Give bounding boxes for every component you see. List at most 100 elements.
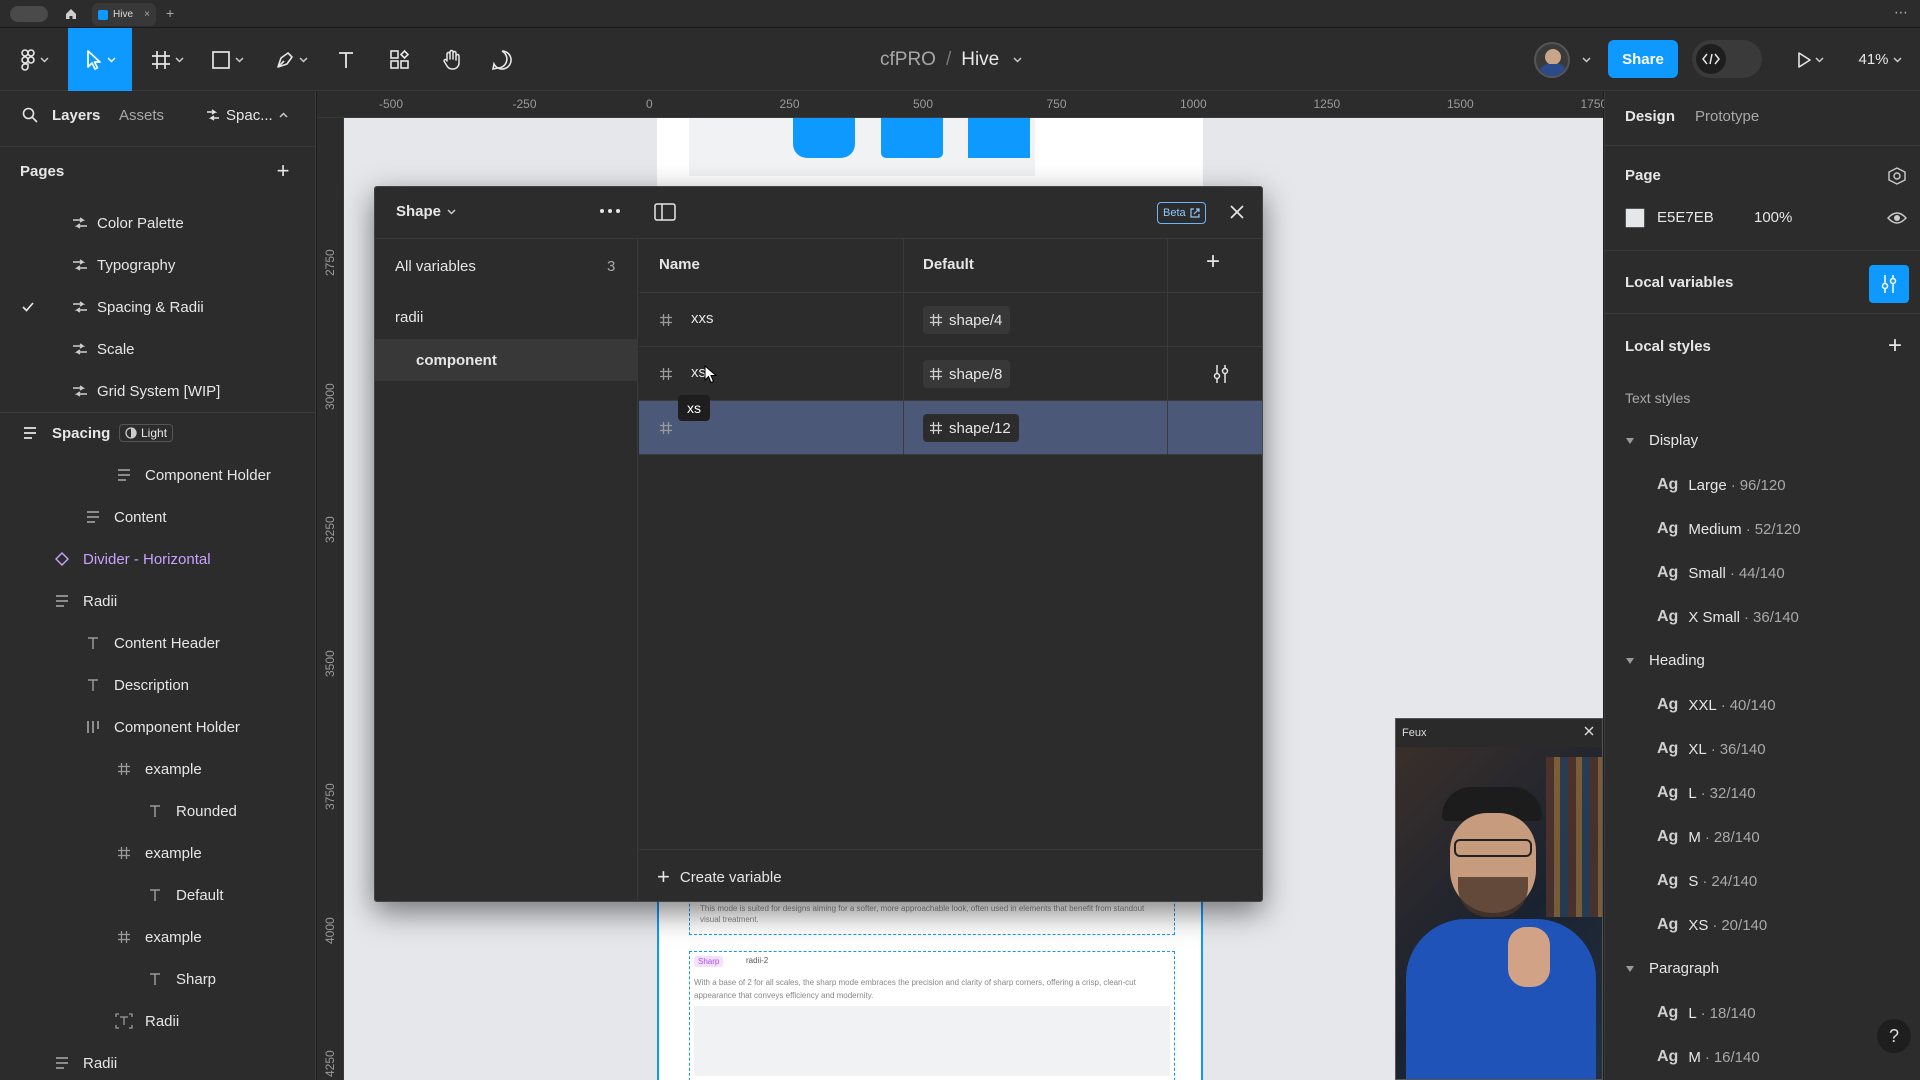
present-button[interactable] xyxy=(1790,28,1830,91)
main-menu-button[interactable] xyxy=(14,28,54,91)
example-sharp[interactable] xyxy=(968,118,1030,158)
layer-row[interactable]: Radii xyxy=(0,581,315,621)
layer-row[interactable]: Component Holder xyxy=(0,707,315,747)
alias-chip[interactable]: shape/12 xyxy=(923,414,1019,442)
tab-design[interactable]: Design xyxy=(1625,108,1675,125)
hand-tool-button[interactable] xyxy=(438,28,466,91)
share-button[interactable]: Share xyxy=(1608,40,1678,78)
tab-close-icon[interactable]: × xyxy=(144,9,150,20)
create-variable-button[interactable]: + Create variable xyxy=(657,866,782,888)
page-color-value[interactable]: E5E7EB xyxy=(1657,209,1714,226)
layer-row[interactable]: Default xyxy=(0,875,315,915)
page-item[interactable]: Spacing & Radii xyxy=(0,287,315,327)
text-style-item[interactable]: Ag XXL · 40/140 xyxy=(1657,690,1776,720)
video-overlay[interactable]: Feux xyxy=(1395,718,1603,1080)
layer-row[interactable]: Rounded xyxy=(0,791,315,831)
move-tool-button[interactable] xyxy=(68,28,132,91)
open-variables-button[interactable] xyxy=(1869,265,1909,303)
frame-tool-button[interactable] xyxy=(144,28,190,91)
beta-badge[interactable]: Beta xyxy=(1157,202,1206,224)
edit-variable-icon[interactable] xyxy=(1212,364,1230,384)
group-radii[interactable]: radii xyxy=(375,295,637,339)
hide-ui-icon[interactable] xyxy=(1887,167,1907,185)
style-group-header[interactable]: Paragraph xyxy=(1625,960,1719,977)
comment-tool-button[interactable] xyxy=(488,28,516,91)
layer-row[interactable]: Content Header xyxy=(0,623,315,663)
layer-row[interactable]: Sharp xyxy=(0,959,315,999)
layer-row[interactable]: Radii xyxy=(0,1043,315,1080)
text-style-item[interactable]: Ag XS · 20/140 xyxy=(1657,910,1767,940)
style-group-header[interactable]: Display xyxy=(1625,432,1698,449)
alias-chip[interactable]: shape/4 xyxy=(923,306,1011,334)
local-variables-label[interactable]: Local variables xyxy=(1625,274,1733,291)
help-button[interactable]: ? xyxy=(1877,1019,1911,1053)
frame-row-spacing[interactable]: Spacing Light xyxy=(0,413,315,453)
alias-chip[interactable]: shape/8 xyxy=(923,360,1011,388)
eye-icon[interactable] xyxy=(1887,211,1907,225)
layer-row[interactable]: example xyxy=(0,833,315,873)
add-page-icon[interactable]: + xyxy=(273,158,293,183)
document-title[interactable]: cfPRO / Hive xyxy=(880,28,1022,91)
all-variables-item[interactable]: All variables 3 xyxy=(375,241,637,291)
text-style-item[interactable]: Ag Medium · 52/120 xyxy=(1657,514,1801,544)
variable-row[interactable]: xxs shape/4 xyxy=(639,293,1262,347)
toggle-sidebar-icon[interactable] xyxy=(654,202,676,222)
layer-row[interactable]: Content xyxy=(0,497,315,537)
file-name[interactable]: Hive xyxy=(961,49,999,71)
video-close-icon[interactable] xyxy=(1583,725,1595,737)
page-item[interactable]: Grid System [WIP] xyxy=(0,371,315,411)
soft-description-box[interactable]: This mode is suited for designs aiming f… xyxy=(689,899,1175,935)
text-style-item[interactable]: Ag X Small · 36/140 xyxy=(1657,602,1799,632)
text-style-item[interactable]: Ag M · 28/140 xyxy=(1657,822,1760,852)
layer-row[interactable]: Component Holder xyxy=(0,455,315,495)
text-style-item[interactable]: Ag L · 32/140 xyxy=(1657,778,1756,808)
resources-tool-button[interactable] xyxy=(386,28,414,91)
layer-row[interactable]: Divider - Horizontal xyxy=(0,539,315,579)
new-tab-button[interactable]: + xyxy=(166,5,174,21)
collection-selector[interactable]: Shape xyxy=(396,203,456,220)
project-name[interactable]: cfPRO xyxy=(880,49,936,71)
tab-assets[interactable]: Assets xyxy=(119,107,164,124)
text-tool-button[interactable] xyxy=(332,28,360,91)
layer-row[interactable]: Description xyxy=(0,665,315,705)
text-style-item[interactable]: Ag M · 16/140 xyxy=(1657,1042,1760,1072)
page-item[interactable]: Scale xyxy=(0,329,315,369)
page-opacity-value[interactable]: 100% xyxy=(1754,209,1792,226)
group-component[interactable]: component xyxy=(375,339,637,381)
layer-row[interactable]: example xyxy=(0,917,315,957)
page-item[interactable]: Color Palette xyxy=(0,203,315,243)
page-item[interactable]: Typography xyxy=(0,245,315,285)
browser-tab-hive[interactable]: Hive × xyxy=(92,3,156,26)
text-style-item[interactable]: Ag Small · 44/140 xyxy=(1657,558,1785,588)
tab-layers[interactable]: Layers xyxy=(52,107,100,124)
mode-badge[interactable]: Light xyxy=(119,424,174,442)
layer-row[interactable]: example xyxy=(0,749,315,789)
page-selector[interactable]: Spac... xyxy=(206,107,288,124)
search-icon[interactable] xyxy=(20,105,40,125)
add-mode-icon[interactable]: + xyxy=(1206,250,1220,274)
text-style-item[interactable]: Ag S · 24/140 xyxy=(1657,866,1757,896)
more-icon[interactable]: ⋯ xyxy=(1894,4,1908,21)
dev-mode-toggle[interactable] xyxy=(1692,40,1762,78)
variable-name[interactable]: xxs xyxy=(691,310,714,327)
home-icon[interactable] xyxy=(64,7,78,21)
variable-row[interactable]: s shape/12 xyxy=(639,401,1262,455)
page-color-swatch[interactable] xyxy=(1625,208,1645,228)
style-group-header[interactable]: Heading xyxy=(1625,652,1705,669)
more-options-icon[interactable] xyxy=(599,201,621,221)
layer-row[interactable]: Radii xyxy=(0,1001,315,1041)
user-avatar[interactable] xyxy=(1534,42,1570,78)
example-default[interactable] xyxy=(881,118,943,158)
variable-row[interactable]: xs shape/8 xyxy=(639,347,1262,401)
example-rounded[interactable] xyxy=(793,118,855,158)
shape-tool-button[interactable] xyxy=(204,28,250,91)
close-icon[interactable] xyxy=(1228,203,1246,221)
sidebar-toggle-pill[interactable] xyxy=(10,6,48,22)
pen-tool-button[interactable] xyxy=(268,28,314,91)
add-style-icon[interactable]: + xyxy=(1888,332,1902,360)
text-style-item[interactable]: Ag XL · 36/140 xyxy=(1657,734,1766,764)
tab-prototype[interactable]: Prototype xyxy=(1695,108,1759,125)
text-style-item[interactable]: Ag L · 18/140 xyxy=(1657,998,1756,1028)
sharp-card[interactable]: Sharp radii-2 With a base of 2 for all s… xyxy=(689,951,1175,1080)
zoom-menu[interactable]: 41% xyxy=(1852,28,1908,91)
